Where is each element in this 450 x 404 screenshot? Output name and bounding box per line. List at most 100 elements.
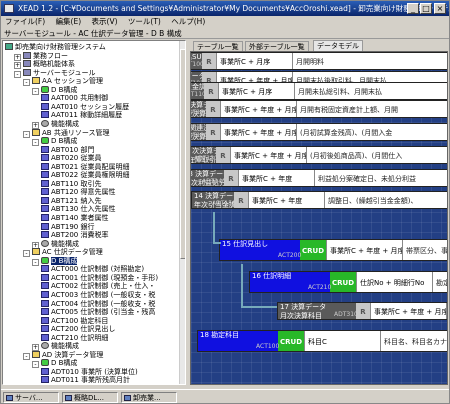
tree-item-label: ACT000 仕訳制御 (対照勘定)	[51, 265, 145, 274]
tab-external-table-list[interactable]: 外部テーブル一覧	[245, 41, 309, 51]
table-icon	[41, 102, 49, 110]
table-entity[interactable]: 12 月次決算データ月次在庫取引SUMR事業所C + 年度 + 月序(月初後処商…	[191, 146, 447, 164]
status-item-label: サーバ...	[15, 394, 43, 402]
tree-item-label: 概略机能体系	[33, 60, 75, 69]
collapse-toggle[interactable]: -	[14, 70, 21, 78]
table-icon	[41, 154, 49, 162]
table-entity[interactable]: 13 決算データ年次利益処分指示R事業所C + 年度利益処分案確定日、未処分利益…	[191, 169, 447, 187]
collapse-toggle[interactable]: -	[32, 258, 39, 266]
primary-key-label: 事業所C + 年度	[238, 170, 314, 186]
table-icon	[41, 290, 49, 298]
tree-item-label: AD 決算データ管理	[42, 350, 104, 359]
crud-badge: R	[234, 192, 248, 208]
collapse-toggle[interactable]: -	[23, 79, 30, 87]
tree-item-label: ACT003 仕訳制御 (一般収支・税	[51, 290, 156, 299]
tree-item-label: 業務フロー	[33, 51, 68, 60]
view-tabs: テーブル一覧 外部テーブル一覧 データモデル	[189, 40, 449, 51]
collapse-toggle[interactable]: -	[23, 250, 30, 258]
table-entity[interactable]: 18 勘定科目CRUD科目C科目名、科目名カナ、決算書用科目ACT100	[197, 330, 447, 352]
menu-view[interactable]: 表示(V)	[88, 16, 122, 28]
tree-scroll-thumb[interactable]	[180, 49, 185, 259]
table-entity[interactable]: 10 一般決算データ月次一般決算料SUMR事業所C + 年度 + 月序月開有税固…	[191, 100, 447, 118]
table-icon	[41, 325, 49, 333]
attribute-label: (月初後処商品高)、(月間仕入	[306, 147, 447, 163]
folder-icon	[32, 350, 40, 358]
collapse-toggle[interactable]: -	[32, 139, 39, 147]
attribute-label: 調整日、(繰越引当金金額)、	[324, 192, 447, 208]
table-entity[interactable]: 仕訳見出SUMR事業所C + 月序月開明料ADT100	[191, 52, 447, 70]
tree-item-label: ACT004 仕訳制御 (一般收支・税	[51, 299, 156, 308]
tree-item-label: D B構成	[51, 137, 78, 146]
table-icon	[41, 308, 49, 316]
status-item-system[interactable]: 卸売業...	[121, 392, 177, 403]
close-button[interactable]: ×	[434, 3, 446, 14]
collapse-toggle[interactable]: -	[32, 87, 39, 95]
tree-item-label: ABT010 部門	[51, 145, 95, 154]
status-item-server[interactable]: サーバ...	[3, 392, 59, 403]
collapse-toggle[interactable]: -	[32, 361, 39, 369]
tree-item-label: ACT210 仕訳明細	[51, 333, 109, 342]
tree-item-label: AB 共通リソース管理	[42, 128, 110, 137]
table-entity[interactable]: 16 仕訳明細CRUD仕訳No + 明細行No勘定科目C、取引金額ACT210	[249, 271, 447, 293]
workflow-icon	[23, 51, 31, 59]
crud-badge: CRUD	[330, 272, 356, 292]
primary-key-label: 科目C	[304, 331, 380, 351]
attribute-label: 月開明料	[292, 53, 447, 69]
menu-help[interactable]: ヘルプ(H)	[167, 16, 209, 28]
crud-badge: R	[356, 303, 370, 319]
table-icon	[41, 214, 49, 221]
menu-tools[interactable]: ツール(T)	[124, 16, 165, 28]
model-panel: テーブル一覧 外部テーブル一覧 データモデル 仕訳見出SUMR事業所C + 月序…	[189, 40, 449, 385]
table-id: ADT130	[194, 155, 218, 162]
table-id: ACT200	[278, 252, 302, 259]
table-icon	[41, 273, 49, 281]
collapse-toggle[interactable]: -	[23, 130, 30, 138]
table-entity[interactable]: 仕入先資金調達料SUMR事業所C + 月序月開未払総引料、月開末払ADT110	[191, 82, 447, 100]
menu-edit[interactable]: 編集(E)	[52, 16, 86, 28]
table-icon	[41, 299, 49, 307]
table-icon	[41, 171, 49, 179]
tree-item-label: AC 仕訳データ管理	[42, 248, 103, 257]
minimize-button[interactable]: _	[407, 3, 419, 14]
data-model-canvas[interactable]: 仕訳見出SUMR事業所C + 月序月開明料ADT1004 会計データ仕入月購入S…	[190, 51, 448, 385]
tree-item[interactable]: ADT011 事業所残高月計	[41, 376, 131, 385]
tree-item-label: ABT130 仕入先属性	[51, 205, 116, 214]
tree-item-label: ABT020 従業員	[51, 154, 102, 163]
collapse-toggle[interactable]: -	[23, 352, 30, 360]
tree-item-label: ABT140 業者属性	[51, 214, 109, 222]
status-item-label: 卸売業...	[133, 394, 161, 402]
maximize-button[interactable]: □	[420, 3, 432, 14]
relationship-line	[241, 264, 243, 306]
tree-item-label: AA セッション管理	[42, 77, 103, 86]
menu-file[interactable]: ファイル(F)	[1, 16, 49, 28]
db-icon	[41, 359, 49, 367]
table-icon	[41, 162, 49, 170]
attribute-label: 利益処分案確定日、未処分利益	[314, 170, 447, 186]
tree-item-label: ADT011 事業所残高月計	[51, 376, 131, 385]
tree-view[interactable]: 卸売業向け財務管理システム + 業務フロー + 概略机能体系 - サーバーモジュール - AA …	[2, 40, 186, 385]
table-entity[interactable]: 17 決算データ月次決算科目R事業所C + 年度 + 月序月開末払、月開末払AD…	[277, 302, 447, 320]
tree-item-label: AAT000 共用制御	[51, 94, 109, 103]
table-id: ADT120	[191, 109, 208, 116]
status-bar: サーバ... 概略DL... 卸売業...	[1, 389, 449, 404]
crud-badge: CRUD	[300, 240, 326, 260]
table-id: ACT210	[308, 284, 332, 291]
table-entity[interactable]: 14 決算データ 年次引当金調整指示 R 事業所C + 年度 調整日、(繰越引当金金額)…	[191, 191, 447, 209]
attribute-label: 帯票区分、事業所C、取引日	[402, 240, 447, 260]
table-entity[interactable]: 15 仕訳見出しCRUD事業所C + 年度 + 月序帯票区分、事業所C、取引日A…	[219, 239, 447, 261]
table-icon	[41, 145, 49, 153]
table-icon	[41, 179, 49, 187]
server-icon	[23, 68, 31, 76]
table-entity[interactable]: 11 月次関連決算データ月次関連決算料SUMR事業所C + 年度 + 月序(月初…	[191, 123, 447, 141]
status-item-overview[interactable]: 概略DL...	[62, 392, 118, 403]
tab-table-list[interactable]: テーブル一覧	[193, 41, 243, 51]
gear-icon	[41, 239, 49, 247]
tree-scrollbar[interactable]	[179, 41, 185, 384]
application-window: XEAD 1.2 - [C:¥Documents and Settings¥Ad…	[0, 0, 450, 404]
gear-icon	[41, 342, 49, 350]
table-icon	[41, 333, 49, 341]
title-bar[interactable]: XEAD 1.2 - [C:¥Documents and Settings¥Ad…	[1, 1, 449, 16]
table-icon	[41, 282, 49, 290]
status-item-label: 概略DL...	[74, 394, 104, 402]
tab-data-model[interactable]: データモデル	[313, 40, 363, 51]
